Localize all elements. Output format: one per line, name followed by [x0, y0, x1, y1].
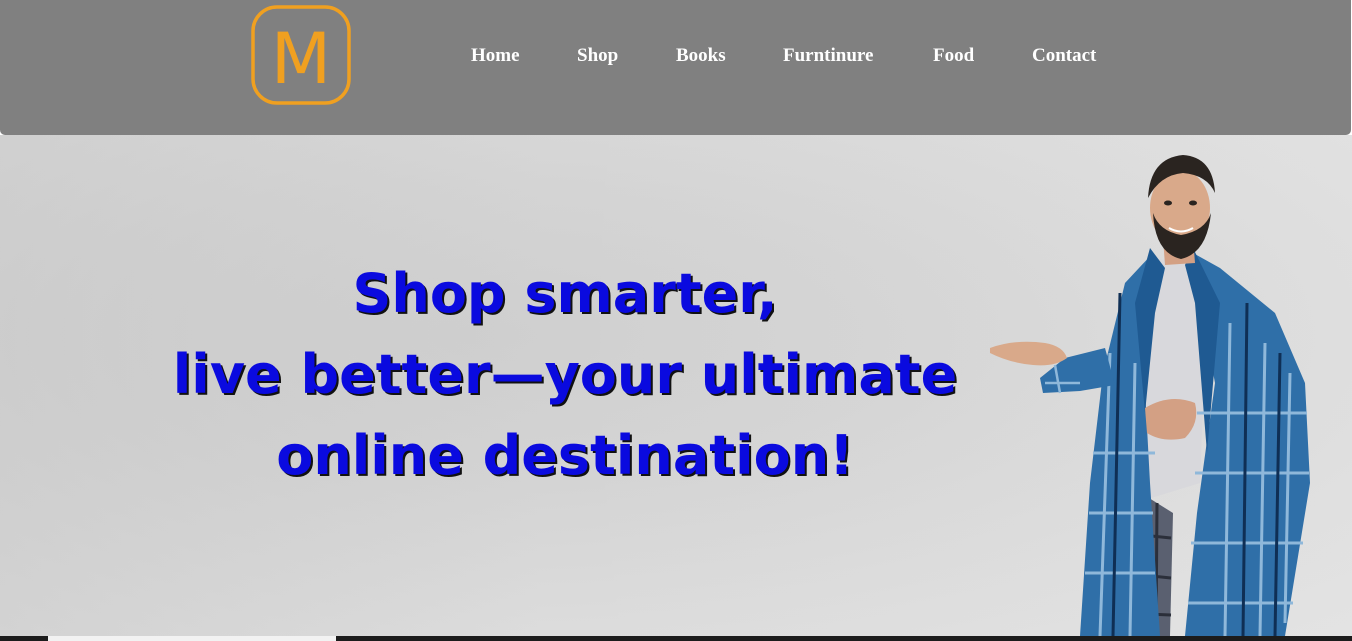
headline-line-3: online destination! [276, 424, 854, 487]
page: M Home Shop Books Furntinure Food Contac… [0, 0, 1352, 641]
nav-link-home[interactable]: Home [471, 42, 520, 70]
nav-link-shop[interactable]: Shop [577, 42, 618, 70]
nav-link-furniture[interactable]: Furntinure [783, 42, 873, 70]
nav-link-books[interactable]: Books [676, 42, 726, 70]
man-in-bathrobe-image [990, 155, 1310, 636]
navbar: M Home Shop Books Furntinure Food Contac… [0, 0, 1351, 135]
nav-link-contact[interactable]: Contact [1032, 42, 1096, 70]
headline-line-1: Shop smarter, [352, 262, 778, 325]
headline-line-2: live better—your ultimate [172, 343, 958, 406]
main-navigation: Home Shop Books Furntinure Food Contact [0, 42, 1351, 70]
nav-link-food[interactable]: Food [933, 42, 974, 70]
hero-headline: Shop smarter, live better—your ultimate … [150, 253, 980, 496]
hero-banner: Shop smarter, live better—your ultimate … [0, 135, 1352, 636]
bottom-edge-highlight [48, 636, 336, 641]
